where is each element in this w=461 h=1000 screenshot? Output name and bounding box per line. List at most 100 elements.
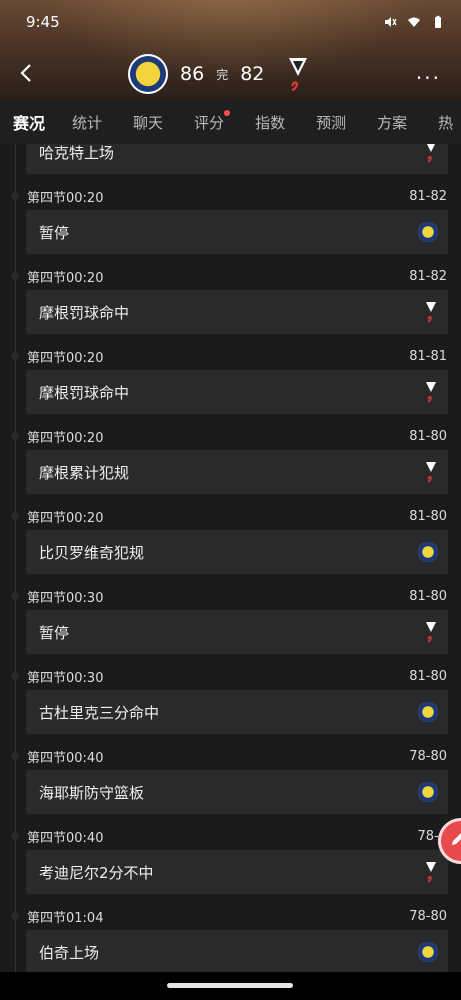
tab-prediction[interactable]: 预测 (316, 112, 346, 133)
home-team-icon (418, 782, 438, 802)
away-team-icon (424, 301, 438, 323)
home-team-icon (418, 222, 438, 242)
tab-plans[interactable]: 方案 (377, 112, 407, 133)
timeline-dot (11, 272, 19, 280)
tab-odds[interactable]: 指数 (255, 112, 285, 133)
event-time: 第四节00:20 (27, 190, 104, 206)
home-score: 86 (180, 63, 205, 85)
event-time: 第四节00:30 (27, 670, 104, 686)
event-time: 第四节01:04 (27, 910, 104, 926)
timeline-dot (11, 752, 19, 760)
more-options-button[interactable]: ··· (416, 66, 441, 90)
event-score: 81-82 (409, 268, 447, 284)
away-score: 82 (240, 63, 265, 85)
event-time: 第四节00:20 (27, 350, 104, 366)
match-header: 9:45 86 完 82 ··· (0, 0, 461, 100)
event-score: 78-80 (409, 908, 447, 924)
event-time: 第四节00:20 (27, 270, 104, 286)
event-time: 第四节00:20 (27, 430, 104, 446)
scoreboard: 86 完 82 (128, 54, 310, 94)
score-bar: 86 完 82 ··· (0, 48, 461, 100)
away-team-icon (424, 861, 438, 883)
event-meta: 第四节00:30 81-80 (27, 666, 447, 686)
event-meta: 第四节00:20 81-81 (27, 346, 447, 366)
event-text: 摩根罚球命中 (39, 303, 130, 322)
event-text: 比贝罗维奇犯规 (39, 543, 145, 562)
event-meta: 第四节00:20 81-82 (27, 186, 447, 206)
event-text: 暂停 (39, 623, 70, 642)
back-arrow-icon[interactable] (18, 62, 34, 84)
event-meta: 第四节00:20 81-82 (27, 266, 447, 286)
event-meta: 第四节00:30 81-80 (27, 586, 447, 606)
battery-icon (431, 15, 445, 29)
event-card[interactable]: 摩根罚球命中 (26, 290, 448, 334)
timeline-dot (11, 432, 19, 440)
tab-chat[interactable]: 聊天 (133, 112, 163, 133)
tab-rating[interactable]: 评分 (194, 109, 231, 133)
event-score: 81-82 (409, 188, 447, 204)
event-card[interactable]: 暂停 (26, 210, 448, 254)
event-score: 81-80 (409, 668, 447, 684)
notification-dot (224, 109, 231, 116)
timeline-dot (11, 352, 19, 360)
event-text: 考迪尼尔2分不中 (39, 863, 154, 882)
event-meta: 第四节01:04 78-80 (27, 906, 447, 926)
event-text: 古杜里克三分命中 (39, 703, 160, 722)
away-team-icon (424, 461, 438, 483)
timeline-dot (11, 192, 19, 200)
tab-rating-label: 评分 (194, 113, 225, 132)
event-score: 81-80 (409, 508, 447, 524)
timeline-dot (11, 672, 19, 680)
tab-bar: 赛况 统计 聊天 评分 指数 预测 方案 热 (0, 100, 461, 145)
away-team-icon (424, 621, 438, 643)
timeline-dot (11, 912, 19, 920)
event-card[interactable]: 考迪尼尔2分不中 (26, 850, 448, 894)
wifi-icon (407, 15, 421, 29)
event-text: 哈克特上场 (39, 144, 115, 162)
edit-icon (450, 831, 461, 851)
timeline-dot (11, 832, 19, 840)
event-card[interactable]: 比贝罗维奇犯规 (26, 530, 448, 574)
home-team-logo[interactable] (128, 54, 168, 94)
event-text: 暂停 (39, 223, 70, 242)
home-team-icon (418, 702, 438, 722)
system-nav-bar (0, 972, 461, 1000)
match-status: 完 (216, 67, 229, 82)
event-text: 摩根罚球命中 (39, 383, 130, 402)
event-score: 81-80 (409, 428, 447, 444)
event-card[interactable]: 哈克特上场 (26, 144, 448, 174)
event-meta: 第四节00:20 81-80 (27, 426, 447, 446)
event-card[interactable]: 古杜里克三分命中 (26, 690, 448, 734)
home-team-icon (418, 542, 438, 562)
tab-stats[interactable]: 统计 (72, 112, 102, 133)
mute-icon (383, 15, 397, 29)
status-icons (383, 15, 445, 29)
event-score: 78-80 (409, 748, 447, 764)
timeline-dot (11, 512, 19, 520)
away-team-icon (424, 144, 438, 163)
event-time: 第四节00:20 (27, 510, 104, 526)
home-indicator[interactable] (167, 983, 293, 988)
home-team-icon (418, 942, 438, 962)
event-card[interactable]: 摩根罚球命中 (26, 370, 448, 414)
away-team-icon (424, 381, 438, 403)
event-time: 第四节00:30 (27, 590, 104, 606)
event-score: 81-80 (409, 588, 447, 604)
event-feed[interactable]: 哈克特上场 第四节00:20 81-82 暂停 第四节00:20 81-82 摩… (0, 144, 461, 972)
timeline-line (15, 144, 16, 972)
event-card[interactable]: 摩根累计犯规 (26, 450, 448, 494)
away-team-logo[interactable] (286, 56, 310, 92)
status-bar: 9:45 (0, 0, 461, 44)
event-card[interactable]: 伯奇上场 (26, 930, 448, 972)
event-meta: 第四节00:20 81-80 (27, 506, 447, 526)
event-card[interactable]: 暂停 (26, 610, 448, 654)
event-time: 第四节00:40 (27, 830, 104, 846)
tab-hot[interactable]: 热 (438, 112, 453, 133)
timeline-dot (11, 592, 19, 600)
event-time: 第四节00:40 (27, 750, 104, 766)
event-text: 海耶斯防守篮板 (39, 783, 145, 802)
status-time: 9:45 (26, 13, 60, 31)
event-meta: 第四节00:40 78-80 (27, 746, 447, 766)
tab-live[interactable]: 赛况 (13, 110, 45, 134)
event-card[interactable]: 海耶斯防守篮板 (26, 770, 448, 814)
